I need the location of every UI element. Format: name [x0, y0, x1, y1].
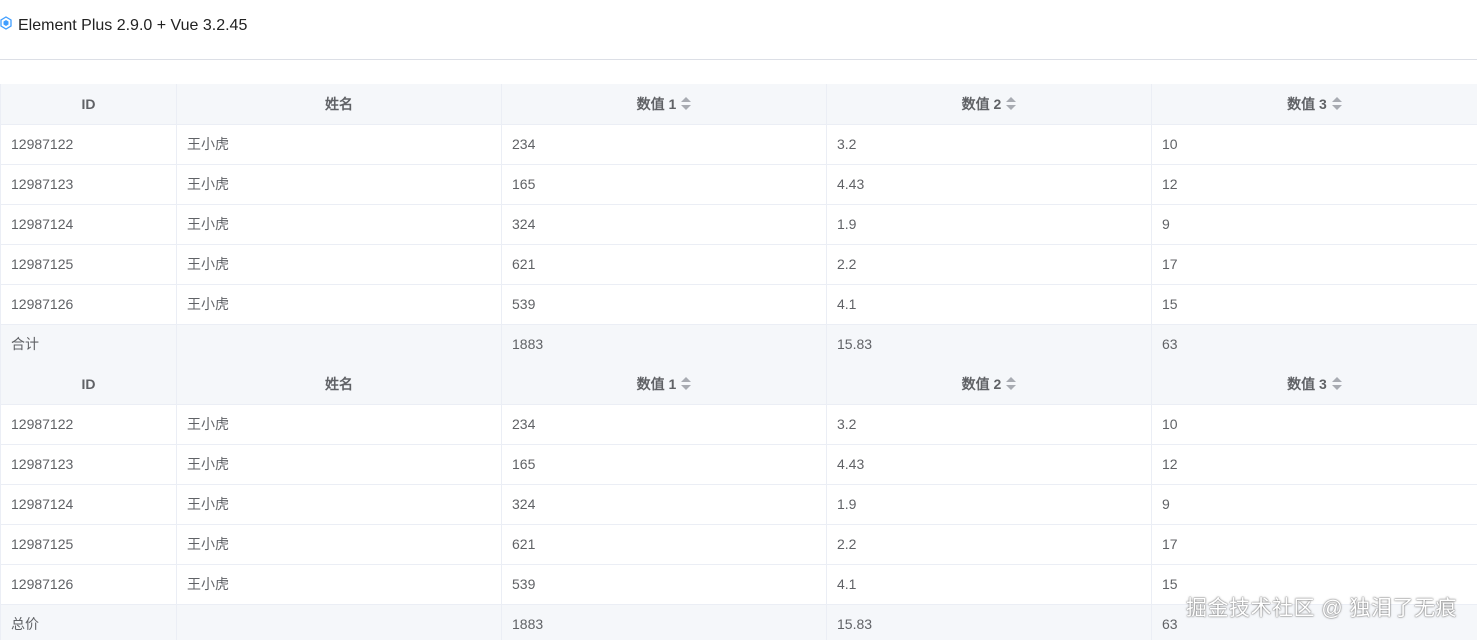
cell-id: 12987125	[0, 244, 177, 285]
sort-caret-icon[interactable]	[681, 97, 692, 111]
summary-value1: 1883	[501, 604, 827, 640]
cell-id: 12987124	[0, 484, 177, 525]
cell-name: 王小虎	[176, 244, 502, 285]
table-row: 12987124 王小虎 324 1.9 9	[0, 484, 1477, 525]
table-row: 12987122 王小虎 234 3.2 10	[0, 404, 1477, 445]
cell-value2: 4.1	[826, 564, 1152, 605]
summary-value3: 63	[1151, 324, 1477, 365]
cell-value2: 4.43	[826, 444, 1152, 485]
summary-cell	[176, 324, 502, 365]
summary-value2: 15.83	[826, 324, 1152, 365]
watermark: 掘金技术社区 @ 独泪了无痕	[1186, 597, 1457, 620]
table-row: 12987123 王小虎 165 4.43 12	[0, 164, 1477, 205]
cell-value2: 2.2	[826, 244, 1152, 285]
summary-value2: 15.83	[826, 604, 1152, 640]
cell-name: 王小虎	[176, 564, 502, 605]
cell-id: 12987122	[0, 124, 177, 165]
cell-value3: 9	[1151, 204, 1477, 245]
table-row: 12987122 王小虎 234 3.2 10	[0, 124, 1477, 165]
table-row: 12987125 王小虎 621 2.2 17	[0, 524, 1477, 565]
table-header-row: ID 姓名 数值 1 数值 2 数值 3	[0, 84, 1477, 125]
cell-value1: 539	[501, 284, 827, 325]
sort-caret-icon[interactable]	[681, 377, 692, 391]
cell-value1: 165	[501, 164, 827, 205]
cell-name: 王小虎	[176, 404, 502, 445]
column-header-name: 姓名	[176, 84, 502, 125]
cell-value3: 15	[1151, 284, 1477, 325]
vue-logo-icon	[0, 16, 12, 30]
cell-id: 12987122	[0, 404, 177, 445]
cell-id: 12987123	[0, 444, 177, 485]
cell-name: 王小虎	[176, 204, 502, 245]
column-header-id: ID	[0, 364, 177, 405]
sort-caret-icon[interactable]	[1331, 377, 1342, 391]
cell-value3: 9	[1151, 484, 1477, 525]
summary-value1: 1883	[501, 324, 827, 365]
column-header-value2[interactable]: 数值 2	[826, 84, 1152, 125]
cell-value1: 234	[501, 404, 827, 445]
column-header-value1[interactable]: 数值 1	[501, 364, 827, 405]
summary-label: 合计	[0, 324, 177, 365]
summary-row: 合计 1883 15.83 63	[0, 324, 1477, 365]
cell-value1: 165	[501, 444, 827, 485]
column-header-name: 姓名	[176, 364, 502, 405]
cell-value1: 539	[501, 564, 827, 605]
cell-value1: 324	[501, 204, 827, 245]
cell-value3: 12	[1151, 444, 1477, 485]
cell-value2: 3.2	[826, 124, 1152, 165]
cell-name: 王小虎	[176, 524, 502, 565]
cell-id: 12987126	[0, 284, 177, 325]
cell-value2: 4.1	[826, 284, 1152, 325]
column-header-value2[interactable]: 数值 2	[826, 364, 1152, 405]
table-header-row: ID 姓名 数值 1 数值 2 数值 3	[0, 364, 1477, 405]
cell-value1: 324	[501, 484, 827, 525]
cell-value3: 12	[1151, 164, 1477, 205]
cell-name: 王小虎	[176, 284, 502, 325]
cell-id: 12987125	[0, 524, 177, 565]
column-header-value3[interactable]: 数值 3	[1151, 364, 1477, 405]
column-header-value1[interactable]: 数值 1	[501, 84, 827, 125]
cell-id: 12987124	[0, 204, 177, 245]
cell-value2: 2.2	[826, 524, 1152, 565]
column-header-value3[interactable]: 数值 3	[1151, 84, 1477, 125]
sort-caret-icon[interactable]	[1006, 97, 1017, 111]
column-header-id: ID	[0, 84, 177, 125]
summary-label: 总价	[0, 604, 177, 640]
cell-value1: 234	[501, 124, 827, 165]
cell-value3: 17	[1151, 244, 1477, 285]
table-row: 12987123 王小虎 165 4.43 12	[0, 444, 1477, 485]
cell-value2: 3.2	[826, 404, 1152, 445]
summary-cell	[176, 604, 502, 640]
cell-value2: 4.43	[826, 164, 1152, 205]
cell-id: 12987123	[0, 164, 177, 205]
cell-name: 王小虎	[176, 444, 502, 485]
cell-name: 王小虎	[176, 124, 502, 165]
cell-value3: 17	[1151, 524, 1477, 565]
page: Element Plus 2.9.0 + Vue 3.2.45 ID 姓名 数值…	[0, 0, 1477, 640]
cell-value3: 10	[1151, 124, 1477, 165]
cell-value1: 621	[501, 524, 827, 565]
cell-id: 12987126	[0, 564, 177, 605]
cell-value1: 621	[501, 244, 827, 285]
cell-value2: 1.9	[826, 204, 1152, 245]
table-row: 12987126 王小虎 539 4.1 15	[0, 284, 1477, 325]
sort-caret-icon[interactable]	[1331, 97, 1342, 111]
cell-name: 王小虎	[176, 164, 502, 205]
cell-value3: 10	[1151, 404, 1477, 445]
table-row: 12987125 王小虎 621 2.2 17	[0, 244, 1477, 285]
cell-name: 王小虎	[176, 484, 502, 525]
table-row: 12987124 王小虎 324 1.9 9	[0, 204, 1477, 245]
page-title: Element Plus 2.9.0 + Vue 3.2.45	[18, 17, 248, 34]
sort-caret-icon[interactable]	[1006, 377, 1017, 391]
top-bar: Element Plus 2.9.0 + Vue 3.2.45	[0, 0, 1477, 60]
data-table-1: ID 姓名 数值 1 数值 2 数值 3 12987122 王小虎 234 3.…	[0, 84, 1477, 365]
cell-value2: 1.9	[826, 484, 1152, 525]
